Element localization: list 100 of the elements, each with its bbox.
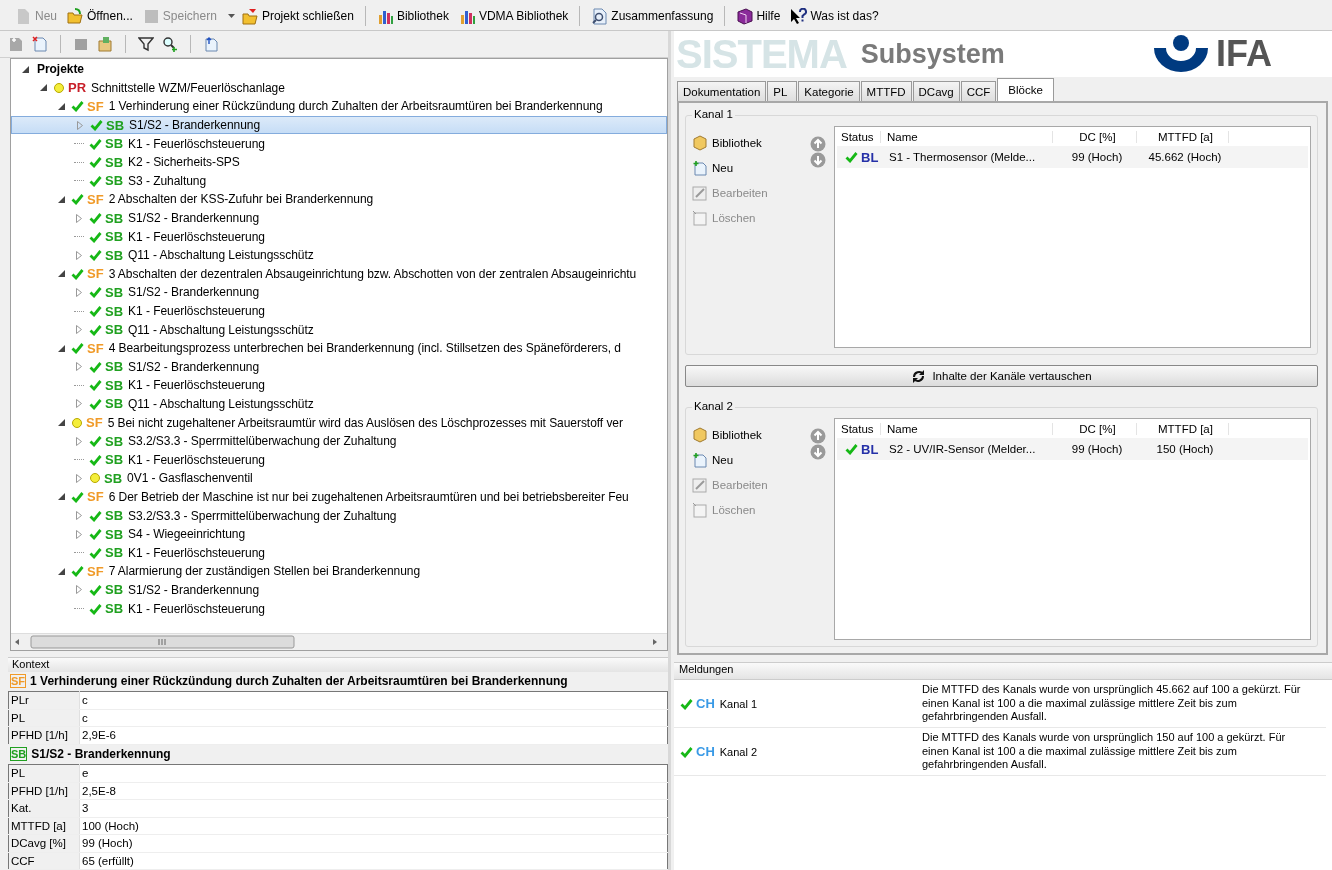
toolbar-button[interactable]: VDMA Bibliothek	[455, 5, 572, 27]
tree-row[interactable]: PR Schnittstelle WZM/Feuerlöschanlage	[11, 78, 667, 98]
tab[interactable]: Blöcke	[997, 78, 1054, 101]
tab[interactable]: Dokumentation	[677, 81, 767, 101]
arrow-up-icon[interactable]	[810, 136, 826, 152]
tree-row[interactable]: SB K1 - Feuerlöschsteuerung	[11, 134, 667, 153]
toolbar-button[interactable]: Projekt schließen	[238, 5, 357, 27]
collapse-triangle-icon[interactable]	[57, 195, 65, 203]
tree-row[interactable]: SB K2 - Sicherheits-SPS	[11, 152, 667, 172]
tree-item-label: Q11 - Abschaltung Leistungsschütz	[128, 397, 314, 411]
collapse-triangle-icon[interactable]	[21, 65, 29, 73]
type-label: SB	[105, 545, 124, 561]
table-cell-text: 150 (Hoch)	[1155, 443, 1215, 455]
type-label: SB	[105, 229, 124, 245]
tab[interactable]: CCF	[960, 81, 997, 101]
tree-row[interactable]: SF 2 Abschalten der KSS-Zufuhr bei Branderkennung	[11, 190, 667, 209]
arrow-down-icon[interactable]	[810, 152, 826, 168]
collapse-triangle-icon[interactable]	[57, 103, 65, 110]
expand-triangle-icon[interactable]	[76, 436, 82, 446]
collapse-triangle-icon[interactable]	[57, 419, 65, 427]
column-header: Name	[881, 422, 1053, 435]
table-cell-text: 99 (Hoch)	[1070, 443, 1124, 455]
tree-row[interactable]: SB S3.2/S3.3 - Sperrmittelüberwachung der Zuhaltung	[11, 506, 667, 525]
tree-row[interactable]: SB S1/S2 - Branderkennung	[11, 115, 667, 135]
tree-row[interactable]: SB K1 - Feuerlöschsteuerung	[11, 450, 667, 470]
expand-triangle-icon[interactable]	[76, 213, 82, 223]
tree-row[interactable]: SB S3 - Zuhaltung	[11, 171, 667, 191]
collapse-triangle-icon[interactable]	[57, 270, 65, 278]
tab[interactable]: DCavg	[912, 81, 960, 101]
tree-item-label: 5 Bei nicht zugehaltener Arbeitsraumtür wird das Auslösen des Löschprozesses mit Sauerstoff ver	[107, 415, 623, 430]
collapse-triangle-icon[interactable]	[39, 84, 47, 92]
tree-row[interactable]: SB K1 - Feuerlöschsteuerung	[11, 301, 667, 321]
type-label: SB	[105, 303, 124, 319]
expand-triangle-icon[interactable]	[76, 511, 82, 521]
cycle-icon	[911, 368, 927, 384]
action-button[interactable]: Bibliothek	[692, 134, 802, 152]
tree-item-label: 2 Abschalten der KSS-Zufuhr bei Branderkennung	[108, 192, 374, 207]
expand-triangle-icon[interactable]	[76, 399, 82, 409]
tab[interactable]: MTTFD	[860, 81, 912, 101]
collapse-triangle-icon[interactable]	[57, 344, 65, 352]
action-button[interactable]: Neu	[692, 159, 802, 177]
message-label: Kanal 1	[719, 697, 758, 710]
property-value: 100 (Hoch)	[79, 817, 668, 835]
tree-row[interactable]: SF 4 Bearbeitungsprozess unterbrechen bei Branderkennung (incl. Stillsetzen des Späneförderers, d	[11, 338, 667, 358]
type-label: PR	[68, 80, 87, 96]
arrow-down-icon[interactable]	[810, 444, 826, 460]
tree-row[interactable]: SB Q11 - Abschaltung Leistungsschütz	[11, 320, 667, 339]
toolbar-button[interactable]: Hilfe	[733, 5, 784, 27]
tab[interactable]: PL	[767, 81, 798, 101]
tree-row[interactable]: SB S1/S2 - Branderkennung	[11, 283, 667, 302]
filter-icon[interactable]	[138, 36, 154, 52]
tree-row[interactable]: SB S1/S2 - Branderkennung	[11, 208, 667, 228]
expand-triangle-icon[interactable]	[76, 287, 82, 297]
tree-row[interactable]: SB Q11 - Abschaltung Leistungsschütz	[11, 394, 667, 414]
toolbar-button[interactable]: Was ist das?	[787, 5, 882, 27]
type-label: SB	[105, 173, 124, 189]
toolbar-button[interactable]: Bibliothek	[373, 5, 452, 27]
type-label: SB	[104, 470, 123, 486]
arrow-up-icon[interactable]	[810, 428, 826, 444]
tree-item-label: K1 - Feuerlöschsteuerung	[128, 601, 265, 616]
magnifier-icon[interactable]	[162, 36, 178, 52]
toolbar-button[interactable]: Öffnen...	[64, 5, 136, 27]
swap-button[interactable]: Inhalte der Kanäle vertauschen	[685, 365, 1318, 387]
action-button[interactable]: Bibliothek	[692, 426, 802, 444]
tree-row[interactable]: SB K1 - Feuerlöschsteuerung	[11, 376, 667, 395]
tree-item-label: Projekte	[37, 62, 84, 77]
toolbar-button[interactable]: Zusammenfassung	[588, 5, 717, 27]
tree-row[interactable]: SB S4 - Wiegeeinrichtung	[11, 524, 667, 544]
tree-row[interactable]: SF 6 Der Betrieb der Maschine ist nur bei zugehaltenen Arbeitsraumtüren und bei betriebsbereiter Feu	[11, 487, 667, 507]
pencil-icon	[692, 185, 708, 201]
tree-row[interactable]: SB S1/S2 - Branderkennung	[11, 580, 667, 600]
collapse-triangle-icon[interactable]	[57, 493, 65, 501]
property-value: 2,9E-6	[79, 726, 668, 745]
tree-row[interactable]: SF 1 Verhinderung einer Rückzündung durch Zuhalten der Arbeitsraumtüren bei Branderkennung	[11, 97, 667, 116]
expand-triangle-icon[interactable]	[77, 120, 83, 130]
type-label: SB	[106, 117, 125, 133]
tree-row[interactable]: SF 7 Alarmierung der zuständigen Stellen bei Branderkennung	[11, 562, 667, 581]
action-button[interactable]: Neu	[692, 451, 802, 469]
type-label: SB	[105, 210, 124, 226]
expand-triangle-icon[interactable]	[76, 529, 82, 539]
tree-row[interactable]: SB Q11 - Abschaltung Leistungsschütz	[11, 245, 667, 265]
expand-triangle-icon[interactable]	[76, 250, 82, 260]
expand-triangle-icon[interactable]	[76, 362, 82, 372]
collapse-triangle-icon[interactable]	[57, 567, 65, 575]
property-value: 99 (Hoch)	[79, 834, 668, 852]
expand-triangle-icon[interactable]	[76, 585, 82, 595]
box-icon[interactable]	[97, 36, 113, 52]
type-label: SB	[105, 322, 124, 338]
tree-row[interactable]: SB 0V1 - Gasflaschenventil	[11, 469, 667, 488]
tree-row[interactable]: SF 5 Bei nicht zugehaltener Arbeitsraumtür wird das Auslösen des Löschprozesses mit Sauerstoff ver	[11, 413, 667, 432]
expand-triangle-icon[interactable]	[76, 473, 82, 483]
tab[interactable]: Kategorie	[798, 81, 860, 101]
tree-row[interactable]: SB K1 - Feuerlöschsteuerung	[11, 543, 667, 563]
tree-row[interactable]: SB S1/S2 - Branderkennung	[11, 357, 667, 377]
tree-row[interactable]: SF 3 Abschalten der dezentralen Absaugeinrichtung bzw. Abschotten von der zentralen Absaugeinrichtu	[11, 264, 667, 284]
tree-row[interactable]: SB K1 - Feuerlöschsteuerung	[11, 227, 667, 246]
tree-row[interactable]: SB K1 - Feuerlöschsteuerung	[11, 599, 667, 618]
expand-triangle-icon[interactable]	[76, 325, 82, 335]
message-text: Die MTTFD des Kanals wurde von ursprünglich 150 auf 100 a gekürzt. Für einen Kanal ist 100 a die maximal zulässige mittlere Zeit bis zum gefahrbringenden Ausfall.	[922, 731, 1287, 772]
tree-row[interactable]: SB S3.2/S3.3 - Sperrmittelüberwachung der Zuhaltung	[11, 431, 667, 451]
